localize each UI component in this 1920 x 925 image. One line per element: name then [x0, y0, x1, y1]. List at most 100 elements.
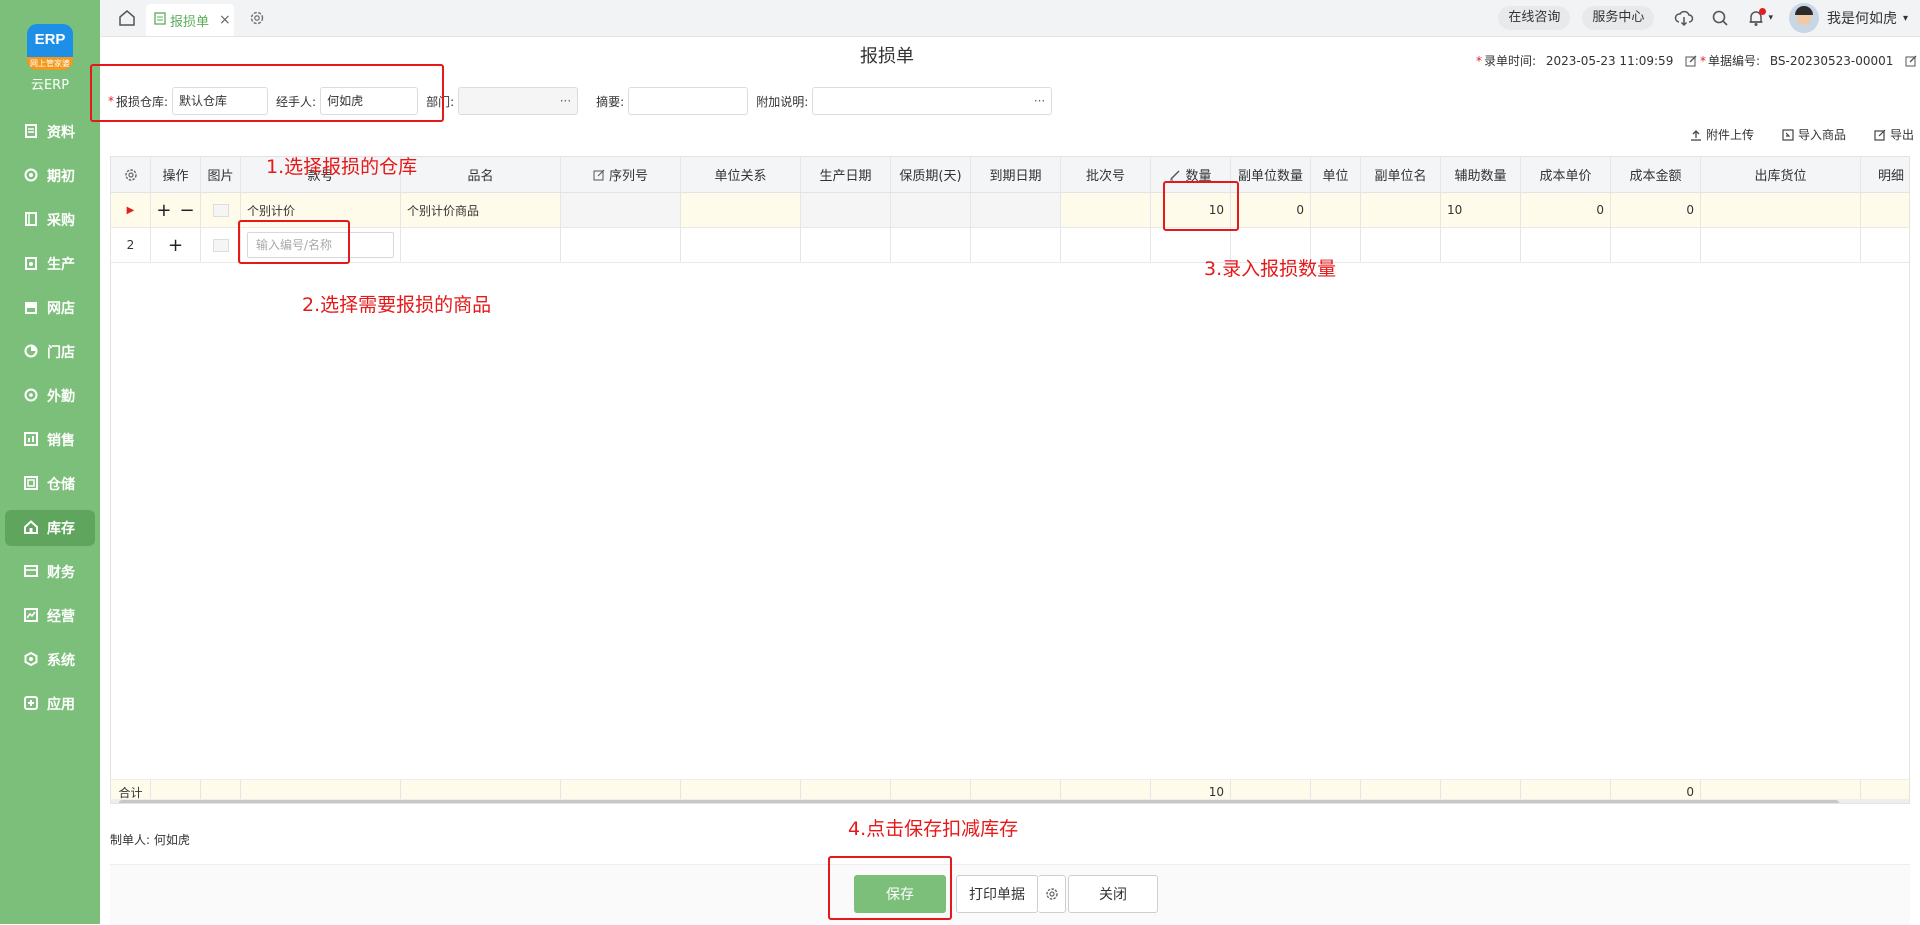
print-button[interactable]: 打印单据 — [956, 875, 1038, 913]
cell-shelf-life[interactable] — [891, 193, 971, 227]
header-detail[interactable]: 明细 — [1861, 157, 1909, 192]
more-icon[interactable]: ··· — [560, 88, 571, 114]
remove-row-button[interactable]: − — [180, 200, 195, 221]
sidebar-item-system[interactable]: 系统 — [5, 642, 95, 678]
logo-text: ERP — [34, 31, 66, 48]
edit-icon[interactable] — [1905, 55, 1917, 67]
sidebar-item-production[interactable]: 生产 — [5, 246, 95, 282]
sidebar-item-data[interactable]: 资料 — [5, 114, 95, 150]
export-icon — [1874, 129, 1886, 141]
cell-expiry-date[interactable] — [971, 228, 1061, 262]
cloud-download-icon[interactable] — [1674, 8, 1694, 28]
note-input[interactable]: ··· — [812, 87, 1053, 115]
home-icon[interactable] — [118, 9, 136, 27]
sidebar-item-inventory[interactable]: 库存 — [5, 510, 95, 546]
add-row-button[interactable]: + — [156, 200, 171, 221]
add-row-button[interactable]: + — [168, 235, 183, 256]
search-icon[interactable] — [1710, 8, 1730, 28]
cell-serial[interactable] — [561, 228, 681, 262]
cell-shelf-life[interactable] — [891, 228, 971, 262]
user-name[interactable]: 我是何如虎 — [1827, 8, 1897, 28]
header-batch[interactable]: 批次号 — [1061, 157, 1151, 192]
cell-sub-unit[interactable] — [1361, 193, 1441, 227]
cell-location[interactable] — [1701, 193, 1861, 227]
header-expiry-date[interactable]: 到期日期 — [971, 157, 1061, 192]
export-button[interactable]: 导出 — [1874, 126, 1914, 143]
header-unit-relation[interactable]: 单位关系 — [681, 157, 801, 192]
horizontal-scrollbar[interactable] — [111, 799, 1909, 803]
row-pic[interactable] — [201, 193, 241, 227]
cell-serial[interactable] — [561, 193, 681, 227]
cell-aux-qty[interactable] — [1441, 228, 1521, 262]
sidebar-item-opening[interactable]: 期初 — [5, 158, 95, 194]
cell-cost-amount[interactable]: 0 — [1611, 193, 1701, 227]
table-row[interactable]: 2 + 输入编号/名称 — [111, 228, 1909, 263]
row-pic[interactable] — [201, 228, 241, 262]
table-row[interactable]: ▶ + − 个别计价 个别计价商品 10 0 10 0 0 — [111, 193, 1909, 228]
sidebar-item-finance[interactable]: 财务 — [5, 554, 95, 590]
chevron-down-icon[interactable]: ▾ — [1903, 13, 1908, 24]
row-operations: + − — [151, 193, 201, 227]
cell-unit-relation[interactable] — [681, 228, 801, 262]
header-location[interactable]: 出库货位 — [1701, 157, 1861, 192]
gear-icon[interactable] — [248, 9, 266, 27]
tab-loss-report[interactable]: 报损单 × — [146, 4, 234, 36]
app-logo[interactable]: ERP 网上管家婆 云ERP — [0, 18, 100, 98]
cell-sub-unit[interactable] — [1361, 228, 1441, 262]
bell-icon[interactable] — [1746, 8, 1767, 28]
cell-detail[interactable] — [1861, 193, 1909, 227]
cell-batch[interactable] — [1061, 228, 1151, 262]
sidebar-item-warehouse[interactable]: 仓储 — [5, 466, 95, 502]
cell-batch[interactable] — [1061, 193, 1151, 227]
sidebar-item-webshop[interactable]: 网店 — [5, 290, 95, 326]
cell-detail[interactable] — [1861, 228, 1909, 262]
attachment-upload-button[interactable]: 附件上传 — [1690, 126, 1754, 143]
close-button[interactable]: 关闭 — [1068, 875, 1158, 913]
cell-name[interactable]: 个别计价商品 — [401, 193, 561, 227]
cell-production-date[interactable] — [801, 228, 891, 262]
header-cost-amount[interactable]: 成本金额 — [1611, 157, 1701, 192]
cell-cost-price[interactable]: 0 — [1521, 193, 1611, 227]
department-input[interactable]: ··· — [458, 87, 579, 115]
sidebar-item-store[interactable]: 门店 — [5, 334, 95, 370]
header-shelf-life[interactable]: 保质期(天) — [891, 157, 971, 192]
header-name[interactable]: 品名 — [401, 157, 561, 192]
print-settings-button[interactable] — [1038, 875, 1066, 913]
header-cost-price[interactable]: 成本单价 — [1521, 157, 1611, 192]
edit-icon[interactable] — [1685, 55, 1697, 67]
chevron-down-icon[interactable]: ▾ — [1768, 13, 1773, 23]
scrollbar-thumb[interactable] — [119, 800, 1839, 803]
service-center-button[interactable]: 服务中心 — [1582, 6, 1655, 30]
cell-unit-relation[interactable] — [681, 193, 801, 227]
annotation-box-warehouse — [90, 64, 444, 122]
header-sub-unit[interactable]: 副单位名 — [1361, 157, 1441, 192]
cell-aux-qty[interactable]: 10 — [1441, 193, 1521, 227]
sidebar-item-purchase[interactable]: 采购 — [5, 202, 95, 238]
column-settings[interactable] — [111, 157, 151, 192]
tab-close-icon[interactable]: × — [219, 12, 231, 28]
cell-production-date[interactable] — [801, 193, 891, 227]
sidebar-item-apps[interactable]: 应用 — [5, 686, 95, 722]
cell-expiry-date[interactable] — [971, 193, 1061, 227]
cell-location[interactable] — [1701, 228, 1861, 262]
cell-name[interactable] — [401, 228, 561, 262]
avatar[interactable] — [1788, 3, 1819, 33]
header-unit[interactable]: 单位 — [1311, 157, 1361, 192]
sidebar-item-sales[interactable]: 销售 — [5, 422, 95, 458]
header-aux-qty[interactable]: 辅助数量 — [1441, 157, 1521, 192]
header-sub-qty[interactable]: 副单位数量 — [1231, 157, 1311, 192]
cell-unit[interactable] — [1311, 193, 1361, 227]
header-production-date[interactable]: 生产日期 — [801, 157, 891, 192]
summary-input[interactable] — [628, 87, 749, 115]
cell-cost-price[interactable] — [1521, 228, 1611, 262]
import-goods-button[interactable]: 导入商品 — [1782, 126, 1846, 143]
sidebar: ERP 网上管家婆 云ERP 资料 期初 采购 生产 网店 门店 外勤 销售 仓… — [0, 0, 100, 924]
settings-icon — [23, 651, 39, 668]
more-icon[interactable]: ··· — [1034, 88, 1045, 114]
sidebar-item-field[interactable]: 外勤 — [5, 378, 95, 414]
online-consult-button[interactable]: 在线咨询 — [1498, 6, 1571, 30]
cell-sub-qty[interactable]: 0 — [1231, 193, 1311, 227]
header-serial[interactable]: 序列号 — [561, 157, 681, 192]
cell-cost-amount[interactable] — [1611, 228, 1701, 262]
sidebar-item-operation[interactable]: 经营 — [5, 598, 95, 634]
